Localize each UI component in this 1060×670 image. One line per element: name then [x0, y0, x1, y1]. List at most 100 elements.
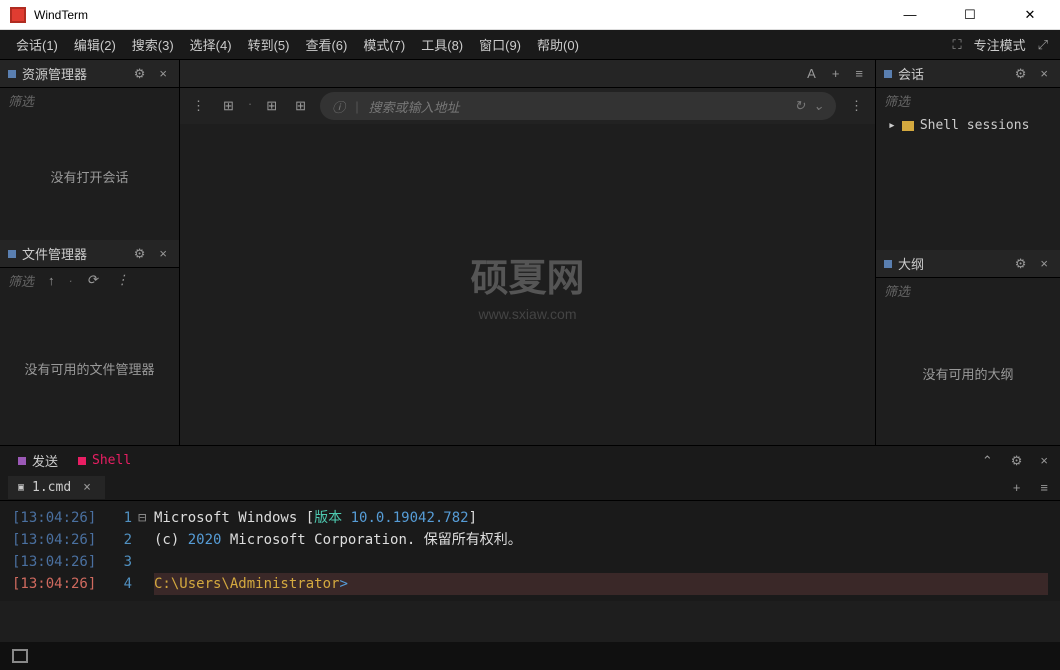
fold-icon[interactable]	[138, 529, 154, 551]
left-column: 资源管理器 ⚙ × 筛选 没有打开会话 文件管理器 ⚙ × 筛选 ↑	[0, 60, 180, 445]
more-icon[interactable]: ⋮	[112, 270, 133, 290]
filetab-cmd[interactable]: ▣ 1.cmd ×	[8, 476, 105, 499]
terminal-timestamp: [13:04:26]	[12, 507, 112, 529]
line-number: 2	[112, 529, 132, 551]
menu-tools[interactable]: 工具(8)	[413, 31, 471, 58]
fold-icon[interactable]: ⊟	[138, 507, 154, 529]
fold-icon[interactable]	[138, 551, 154, 573]
terminal-timestamp: [13:04:26]	[12, 551, 112, 573]
close-icon[interactable]: ×	[1036, 254, 1052, 274]
outline-filter[interactable]: 筛选	[876, 278, 1060, 302]
menu-icon[interactable]: ≡	[851, 64, 867, 83]
terminal[interactable]: [13:04:26]1⊟Microsoft Windows [版本 10.0.1…	[0, 501, 1060, 601]
session-filter[interactable]: 筛选	[876, 88, 1060, 112]
menu-view[interactable]: 查看(6)	[297, 31, 355, 58]
reload-icon[interactable]: ↻	[794, 98, 805, 114]
focus-mode-label[interactable]: 专注模式	[974, 35, 1026, 54]
footer	[0, 642, 1060, 670]
file-manager-title: 文件管理器	[22, 244, 130, 263]
terminal-text: Microsoft Windows [版本 10.0.19042.782]	[154, 507, 477, 529]
menu-select[interactable]: 选择(4)	[182, 31, 240, 58]
close-icon[interactable]: ×	[1036, 451, 1052, 471]
close-icon[interactable]: ×	[155, 64, 171, 84]
close-icon[interactable]: ×	[79, 478, 95, 497]
folder-icon	[902, 121, 914, 131]
refresh-icon[interactable]: ⟳	[83, 270, 102, 290]
tree-item-shell-sessions[interactable]: ▸ Shell sessions	[876, 112, 1060, 139]
more-icon[interactable]: ⋮	[846, 96, 867, 116]
filetab-label: 1.cmd	[32, 480, 71, 495]
center-body: 硕夏网 www.sxiaw.com	[180, 124, 875, 445]
tab-shell[interactable]: Shell	[68, 449, 141, 472]
expand-icon[interactable]: ⤢	[1034, 35, 1052, 55]
close-icon[interactable]: ×	[155, 244, 171, 264]
watermark: 硕夏网	[470, 247, 584, 302]
menu-mode[interactable]: 模式(7)	[355, 31, 413, 58]
maximize-button[interactable]: ☐	[950, 1, 990, 29]
chevron-down-icon[interactable]: ⌄	[813, 98, 824, 114]
app-title: WindTerm	[34, 8, 890, 22]
tab-send[interactable]: 发送	[8, 447, 68, 474]
menu-session[interactable]: 会话(1)	[8, 31, 66, 58]
gear-icon[interactable]: ⚙	[130, 244, 150, 264]
line-number: 4	[112, 573, 132, 595]
focus-icon[interactable]: ⛶	[948, 35, 965, 55]
nav-icon-1[interactable]: ⋮	[188, 96, 209, 116]
filter-label[interactable]: 筛选	[8, 271, 34, 290]
tab-indicator-icon	[78, 457, 86, 465]
terminal-text: (c) 2020 Microsoft Corporation. 保留所有权利。	[154, 529, 522, 551]
chevron-right-icon: ▸	[888, 118, 896, 133]
nav-icon-4[interactable]: ⊞	[291, 96, 310, 116]
nav-icon-2[interactable]: ⊞	[219, 96, 238, 116]
file-tabs: ▣ 1.cmd × + ≡	[0, 475, 1060, 501]
menu-icon[interactable]: ≡	[1036, 478, 1052, 497]
divider: ·	[69, 273, 73, 288]
plus-icon[interactable]: +	[828, 64, 844, 83]
explorer-header: 资源管理器 ⚙ ×	[0, 60, 179, 88]
panel-indicator-icon	[8, 250, 16, 258]
close-icon[interactable]: ×	[1036, 64, 1052, 84]
chevron-up-icon[interactable]: ⌃	[978, 451, 997, 471]
explorer-filter[interactable]: 筛选	[0, 88, 179, 112]
menu-help[interactable]: 帮助(0)	[529, 31, 587, 58]
info-icon: ⓘ	[332, 97, 345, 116]
titlebar: WindTerm — ☐ ✕	[0, 0, 1060, 30]
fold-icon[interactable]	[138, 573, 154, 595]
outline-panel: 大纲 ⚙ × 筛选 没有可用的大纲	[876, 250, 1060, 445]
app-icon	[10, 7, 26, 23]
gear-icon[interactable]: ⚙	[1011, 254, 1031, 274]
address-input[interactable]: ⓘ | 搜索或输入地址 ↻ ⌄	[320, 92, 836, 120]
right-column: 会话 ⚙ × 筛选 ▸ Shell sessions 大纲 ⚙ ×	[875, 60, 1060, 445]
panel-indicator-icon	[884, 70, 892, 78]
close-window-button[interactable]: ✕	[1010, 1, 1050, 29]
outline-header: 大纲 ⚙ ×	[876, 250, 1060, 278]
tab-shell-label: Shell	[92, 453, 131, 468]
watermark-url: www.sxiaw.com	[478, 306, 576, 322]
divider: ·	[248, 96, 252, 116]
menu-search[interactable]: 搜索(3)	[124, 31, 182, 58]
address-row: ⋮ ⊞ · ⊞ ⊞ ⓘ | 搜索或输入地址 ↻ ⌄ ⋮	[180, 88, 875, 124]
line-number: 3	[112, 551, 132, 573]
font-icon[interactable]: A	[803, 64, 820, 83]
terminal-timestamp: [13:04:26]	[12, 573, 112, 595]
menu-goto[interactable]: 转到(5)	[240, 31, 298, 58]
center-column: A + ≡ ⋮ ⊞ · ⊞ ⊞ ⓘ | 搜索或输入地址 ↻ ⌄ ⋮	[180, 60, 875, 445]
minimize-button[interactable]: —	[890, 1, 930, 29]
plus-icon[interactable]: +	[1009, 478, 1025, 497]
line-number: 1	[112, 507, 132, 529]
tab-indicator-icon	[18, 457, 26, 465]
gear-icon[interactable]: ⚙	[1007, 451, 1027, 471]
gear-icon[interactable]: ⚙	[130, 64, 150, 84]
panel-indicator-icon	[8, 70, 16, 78]
menu-window[interactable]: 窗口(9)	[471, 31, 529, 58]
file-manager-panel: 文件管理器 ⚙ × 筛选 ↑ · ⟳ ⋮ 没有可用的文件管理器	[0, 240, 179, 445]
nav-icon-3[interactable]: ⊞	[262, 96, 281, 116]
explorer-title: 资源管理器	[22, 64, 130, 83]
menu-edit[interactable]: 编辑(2)	[66, 31, 124, 58]
gear-icon[interactable]: ⚙	[1011, 64, 1031, 84]
tree-item-label: Shell sessions	[920, 118, 1030, 133]
footer-icon[interactable]	[12, 649, 28, 663]
terminal-text: C:\Users\Administrator>	[154, 573, 1048, 595]
explorer-empty: 没有打开会话	[0, 112, 179, 240]
up-icon[interactable]: ↑	[44, 271, 59, 290]
